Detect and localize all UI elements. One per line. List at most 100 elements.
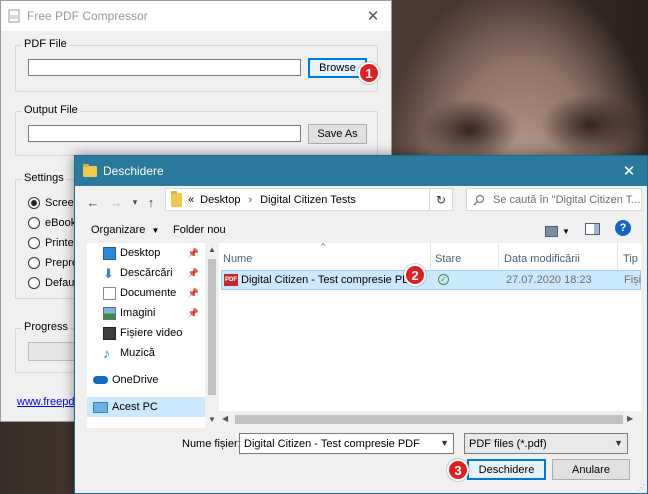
column-separator bbox=[498, 243, 499, 269]
table-row[interactable]: PDF Digital Citizen - Test compresie PDF… bbox=[221, 270, 641, 290]
compressor-title: Free PDF Compressor bbox=[27, 9, 148, 23]
file-type: Fișie bbox=[624, 274, 641, 286]
filename-combobox[interactable]: Digital Citizen - Test compresie PDF ▼ bbox=[239, 433, 454, 454]
sync-status-icon: ✓ bbox=[438, 274, 449, 285]
output-file-input[interactable] bbox=[28, 125, 301, 142]
nav-item-pictures[interactable]: Imagini 📌 bbox=[87, 303, 205, 323]
settings-option-default[interactable]: Default bbox=[28, 275, 80, 291]
desktop-icon bbox=[103, 246, 116, 260]
column-header-date-modified[interactable]: Data modificării bbox=[504, 243, 614, 269]
music-icon: ♪ bbox=[103, 344, 110, 361]
up-arrow-icon[interactable]: ↑ bbox=[141, 192, 161, 212]
file-list-hscrollbar[interactable]: ◀ ▶ bbox=[219, 411, 641, 428]
output-file-label: Output File bbox=[22, 104, 80, 116]
radio-icon bbox=[28, 257, 40, 269]
column-separator bbox=[430, 243, 431, 269]
scroll-thumb[interactable] bbox=[235, 415, 623, 424]
step-badge-2: 2 bbox=[404, 264, 426, 286]
filename-label: Nume fișier: bbox=[182, 438, 241, 450]
filter-value: PDF files (*.pdf) bbox=[469, 437, 547, 450]
nav-item-downloads[interactable]: ⬇ Descărcări 📌 bbox=[87, 263, 205, 283]
file-date-modified: 27.07.2020 18:23 bbox=[506, 274, 592, 286]
preview-pane-icon[interactable] bbox=[585, 223, 600, 235]
new-folder-button[interactable]: Folder nou bbox=[173, 224, 226, 236]
nav-item-desktop[interactable]: Desktop 📌 bbox=[87, 243, 205, 263]
save-as-button[interactable]: Save As bbox=[308, 124, 367, 144]
search-input[interactable]: Se caută în "Digital Citizen T... bbox=[466, 188, 642, 211]
scroll-right-icon[interactable]: ▶ bbox=[627, 414, 633, 423]
folder-icon bbox=[83, 163, 97, 177]
help-icon[interactable]: ? bbox=[615, 220, 631, 236]
column-separator bbox=[617, 243, 618, 269]
open-button[interactable]: Deschidere bbox=[467, 459, 546, 480]
nav-item-videos[interactable]: Fișiere video bbox=[87, 323, 205, 343]
open-dialog: Deschidere ✕ ← → ▾ ↑ « Desktop › Digital… bbox=[74, 155, 648, 494]
resize-grip-icon[interactable]: ⋰ bbox=[637, 483, 645, 492]
compressor-close-button[interactable]: ✕ bbox=[355, 1, 391, 31]
scroll-up-icon[interactable]: ▲ bbox=[208, 245, 216, 254]
dialog-titlebar: Deschidere ✕ bbox=[75, 156, 647, 186]
nav-item-this-pc[interactable]: Acest PC bbox=[87, 397, 205, 417]
column-header-type[interactable]: Tip bbox=[623, 243, 641, 269]
this-pc-icon bbox=[93, 401, 108, 413]
dialog-close-button[interactable]: ✕ bbox=[611, 156, 647, 186]
scroll-down-icon[interactable]: ▼ bbox=[208, 415, 216, 424]
settings-option-screen[interactable]: Screen bbox=[28, 195, 80, 211]
nav-item-label: OneDrive bbox=[112, 374, 159, 386]
breadcrumb-digital-citizen-tests[interactable]: Digital Citizen Tests bbox=[260, 194, 356, 206]
chevron-down-icon[interactable]: ▼ bbox=[440, 438, 449, 448]
compressor-titlebar: Free PDF Compressor ✕ bbox=[1, 1, 391, 31]
radio-icon bbox=[28, 197, 40, 209]
dialog-title: Deschidere bbox=[103, 164, 164, 178]
address-bar[interactable]: « Desktop › Digital Citizen Tests ⌄ bbox=[165, 188, 451, 211]
pin-icon: 📌 bbox=[187, 307, 199, 318]
nav-item-onedrive[interactable]: OneDrive bbox=[87, 370, 205, 390]
videos-icon bbox=[103, 326, 116, 340]
scroll-left-icon[interactable]: ◀ bbox=[222, 414, 228, 423]
progress-label: Progress bbox=[22, 321, 71, 333]
folder-icon bbox=[171, 190, 182, 207]
settings-label: Settings bbox=[22, 172, 66, 184]
refresh-button[interactable]: ↻ bbox=[429, 188, 453, 211]
onedrive-icon bbox=[93, 376, 108, 384]
pictures-icon bbox=[103, 306, 116, 320]
nav-item-label: Desktop bbox=[120, 247, 161, 259]
view-options-icon[interactable]: ▼ bbox=[545, 223, 571, 239]
nav-item-label: Descărcări bbox=[120, 267, 173, 279]
organize-menu[interactable]: Organizare ▼ bbox=[91, 224, 159, 236]
column-header-status[interactable]: Stare bbox=[435, 243, 495, 269]
radio-icon bbox=[28, 237, 40, 249]
pin-icon: 📌 bbox=[187, 267, 199, 278]
navigation-scrollbar[interactable]: ▲ ▼ bbox=[205, 243, 219, 428]
breadcrumb-desktop[interactable]: Desktop bbox=[200, 194, 240, 206]
forward-arrow-icon[interactable]: → bbox=[106, 192, 126, 212]
file-type-filter[interactable]: PDF files (*.pdf) ▼ bbox=[464, 433, 628, 454]
scroll-thumb[interactable] bbox=[208, 259, 216, 395]
pin-icon: 📌 bbox=[187, 287, 199, 298]
nav-item-label: Imagini bbox=[120, 307, 156, 319]
cancel-button[interactable]: Anulare bbox=[552, 459, 630, 480]
navigation-pane: Desktop 📌 ⬇ Descărcări 📌 Documente 📌 Ima… bbox=[87, 243, 205, 428]
nav-item-documents[interactable]: Documente 📌 bbox=[87, 283, 205, 303]
dialog-toolbar: Organizare ▼ Folder nou ▼ ? bbox=[75, 219, 647, 243]
back-arrow-icon[interactable]: ← bbox=[83, 192, 103, 212]
documents-icon bbox=[103, 286, 116, 300]
file-name: Digital Citizen - Test compresie PDF bbox=[241, 274, 417, 286]
filename-value: Digital Citizen - Test compresie PDF bbox=[244, 437, 420, 450]
nav-item-label: Documente bbox=[120, 287, 177, 299]
search-placeholder: Se caută în "Digital Citizen T... bbox=[493, 193, 641, 206]
step-badge-3: 3 bbox=[447, 459, 469, 481]
nav-item-music[interactable]: ♪ Muzică bbox=[87, 343, 205, 363]
pdf-app-icon bbox=[8, 9, 20, 23]
nav-item-label: Fișiere video bbox=[120, 327, 183, 339]
pin-icon: 📌 bbox=[187, 247, 199, 258]
organize-label: Organizare bbox=[91, 224, 146, 236]
pdf-file-label: PDF File bbox=[22, 38, 69, 50]
column-header-name[interactable]: Nume bbox=[223, 243, 429, 269]
breadcrumb-overflow[interactable]: « bbox=[188, 194, 194, 206]
search-icon bbox=[473, 194, 485, 205]
nav-item-label: Muzică bbox=[120, 347, 155, 359]
chevron-down-icon[interactable]: ▼ bbox=[614, 438, 623, 448]
chevron-down-icon: ▼ bbox=[151, 226, 160, 235]
pdf-file-input[interactable] bbox=[28, 59, 301, 76]
